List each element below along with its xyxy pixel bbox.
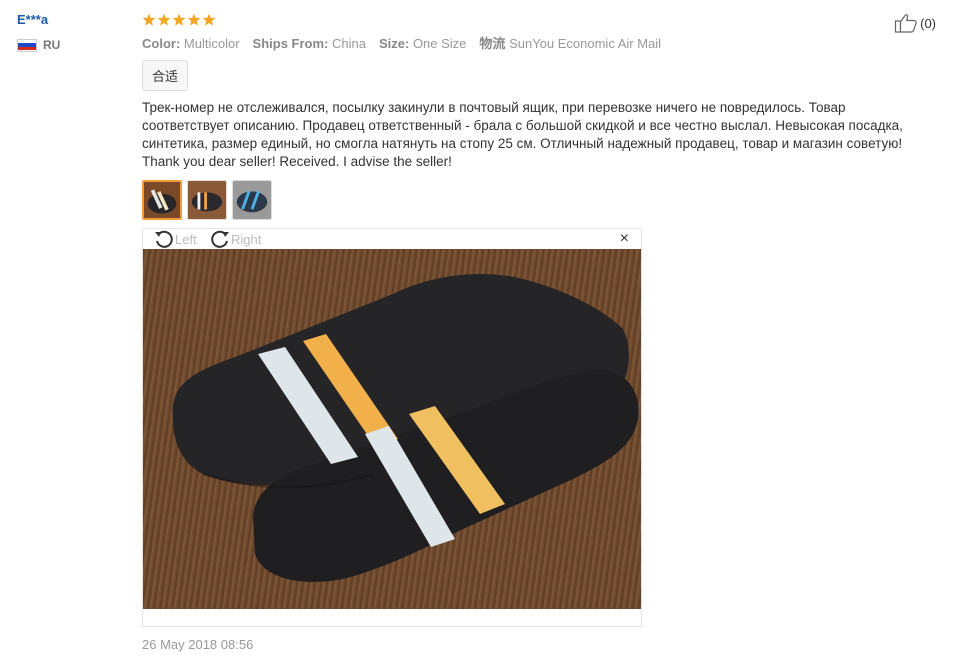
attr-logistics: 物流 SunYou Economic Air Mail [479,36,662,51]
star-rating [142,10,922,30]
reviewer-name: E***a [17,12,49,27]
photo-viewer: Left Right × [142,228,642,627]
review-body: Color: Multicolor Ships From: China Size… [142,10,922,652]
order-attributes: Color: Multicolor Ships From: China Size… [142,36,922,52]
star-icon [142,13,156,26]
review-date: 26 May 2018 08:56 [142,637,254,652]
rotate-left-button[interactable]: Left [153,229,197,249]
reviewer-country: RU [17,38,127,52]
attr-ships-from: Ships From: China [252,36,366,51]
photo-thumbnail-2[interactable] [187,180,227,220]
review-photo [143,249,641,609]
viewer-toolbar: Left Right × [143,229,641,249]
selected-pointer [160,219,172,220]
country-code: RU [43,38,61,52]
fit-tag: 合适 [142,60,189,91]
star-icon [187,13,201,26]
attr-size: Size: One Size [378,36,467,51]
helpful-count: (0) [920,15,936,31]
rotate-right-button[interactable]: Right [209,229,261,249]
attr-color: Color: Multicolor [142,36,240,51]
rotate-right-label: Right [231,231,262,247]
star-icon [157,13,171,26]
rotate-left-icon [155,230,173,248]
review-text: Трек-номер не отслеживался, посылку заки… [142,100,903,169]
photo-thumbnail-3[interactable] [232,180,272,220]
rotate-right-icon [211,230,229,248]
star-icon [202,13,216,26]
reviewer-info: E***a RU [17,12,127,52]
rotate-left-label: Left [175,231,197,247]
photo-thumbnails [142,180,922,220]
photo-thumbnail-1[interactable] [142,180,182,220]
russia-flag-icon [17,38,37,52]
close-icon[interactable]: × [620,231,629,247]
star-icon [172,13,186,26]
